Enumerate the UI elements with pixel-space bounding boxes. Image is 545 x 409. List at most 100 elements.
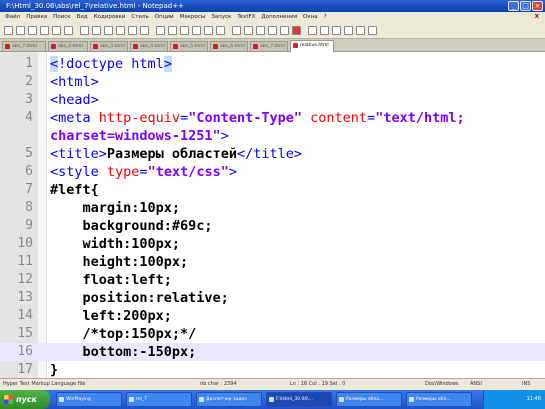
macro-run-icon[interactable] [332,26,341,35]
menu-item[interactable]: Окна [300,12,321,23]
menu-item[interactable]: Поиск [50,12,73,23]
close-icon[interactable] [52,26,61,35]
tab-file[interactable]: abs_6.html [210,41,248,51]
find-icon[interactable] [156,26,165,35]
view-in-browser-icon[interactable] [368,26,377,35]
sync-h-icon[interactable] [216,26,225,35]
status-encoding: ANSI [470,381,482,387]
code-text: /*top:150px;*/ [50,325,197,343]
print-icon[interactable] [80,26,89,35]
minimize-button[interactable]: _ [508,1,519,11]
macro-record-icon[interactable] [292,26,301,35]
code-line[interactable]: 1 <!doctype html> [0,55,545,73]
code-line[interactable]: 17} [0,361,545,378]
close-all-icon[interactable] [64,26,73,35]
new-file-icon[interactable] [4,26,13,35]
token-tag: = [180,110,189,126]
sync-v-icon[interactable] [204,26,213,35]
code-line[interactable]: 16 bottom:-150px; [0,343,545,361]
cut-icon[interactable] [92,26,101,35]
menu-item[interactable]: Кодировки [91,12,129,23]
code-line[interactable]: 12 float:left; [0,271,545,289]
tab-active[interactable]: relative.html [290,40,334,52]
menu-item[interactable]: Макросы [177,12,209,23]
code-line[interactable]: 15 /*top:150px;*/ [0,325,545,343]
code-text: <head> [50,91,99,109]
tab-file[interactable]: abs_7.html [2,41,46,51]
token-css: #left{ [50,182,99,198]
taskbar-button[interactable]: rel_7 [126,392,192,407]
code-line[interactable]: 9 background:#69c; [0,217,545,235]
line-number: 15 [17,326,33,341]
wrap-icon[interactable] [232,26,241,35]
menu-item[interactable]: Запуск [208,12,234,23]
all-chars-icon[interactable] [244,26,253,35]
taskbar-button[interactable]: F:\Html_30.06\... [266,392,332,407]
code-line[interactable]: 5 <title>Размеры областей</title> [0,145,545,163]
zoom-out-icon[interactable] [192,26,201,35]
close-button[interactable]: × [532,1,543,11]
code-line[interactable]: 3 <head> [0,91,545,109]
save-icon[interactable] [28,26,37,35]
token-tag: > [228,164,237,180]
taskbar-button[interactable]: Размеры обла... [336,392,402,407]
doc-map-icon[interactable] [280,26,289,35]
code-line[interactable]: 6 <style type="text/css"> [0,163,545,181]
code-line[interactable]: 10 width:100px; [0,235,545,253]
menu-close-doc-icon[interactable]: X [532,12,545,23]
tab-file[interactable]: abs_2.html [48,41,88,51]
code-line[interactable]: 2 <html> [0,73,545,91]
undo-icon[interactable] [128,26,137,35]
menu-item[interactable]: Опции [152,12,177,23]
macro-save-icon[interactable] [344,26,353,35]
line-number: 3 [25,92,33,107]
token-css: /*top:150px;*/ [50,326,197,342]
line-number: 7 [25,182,33,197]
token-css: margin:10px; [50,200,181,216]
menu-item[interactable]: Правка [23,12,50,23]
menu-item[interactable]: Файл [2,12,23,23]
token-tag: <title> [50,146,107,162]
zoom-in-icon[interactable] [180,26,189,35]
code-line[interactable]: 4 <meta http-equiv="Content-Type" content… [0,109,545,127]
macro-play-icon[interactable] [320,26,329,35]
save-all-icon[interactable] [40,26,49,35]
token-css: float:left; [50,272,172,288]
code-line[interactable]: charset=windows-1251"> [0,127,545,145]
code-line[interactable]: 8 margin:10px; [0,199,545,217]
code-line[interactable]: 14 left:200px; [0,307,545,325]
user-lang-icon[interactable] [268,26,277,35]
code-text: width:100px; [50,235,181,253]
paste-icon[interactable] [116,26,125,35]
taskbar-button[interactable]: Диспетчер задач [196,392,262,407]
copy-icon[interactable] [104,26,113,35]
code-line[interactable]: 13 position:relative; [0,289,545,307]
code-line[interactable]: 7 #left{ [0,181,545,199]
taskbar-button[interactable]: Размеры обл... [406,392,472,407]
line-number: 5 [25,146,33,161]
open-file-icon[interactable] [16,26,25,35]
line-number: 10 [17,236,33,251]
window-controls: _ □ × [508,1,543,11]
spell-check-icon[interactable] [356,26,365,35]
code-editor[interactable]: 1 <!doctype html> 2 <html> 3 <head> 4 <meta htt… [0,52,545,378]
menu-item[interactable]: TextFX [234,12,258,23]
tab-file[interactable]: abs_3.html [90,41,128,51]
tab-file[interactable]: abs_7.html [250,41,288,51]
menu-item[interactable]: Стиль [128,12,151,23]
tab-file[interactable]: abs_5.html [170,41,208,51]
indent-guide-icon[interactable] [256,26,265,35]
code-text: <meta http-equiv="Content-Type" content=… [50,109,465,127]
macro-stop-icon[interactable] [308,26,317,35]
tab-file[interactable]: abs_4.html [130,41,168,51]
line-number: 16 [17,344,33,359]
maximize-button[interactable]: □ [520,1,531,11]
redo-icon[interactable] [140,26,149,35]
menu-item[interactable]: Вид [74,12,91,23]
code-line[interactable]: 11 height:100px; [0,253,545,271]
menu-item[interactable]: ? [321,12,330,23]
menu-item[interactable]: Дополнения [258,12,300,23]
taskbar-button[interactable]: WinPlaying [56,392,122,407]
start-button[interactable]: пуск [0,390,50,409]
replace-icon[interactable] [168,26,177,35]
